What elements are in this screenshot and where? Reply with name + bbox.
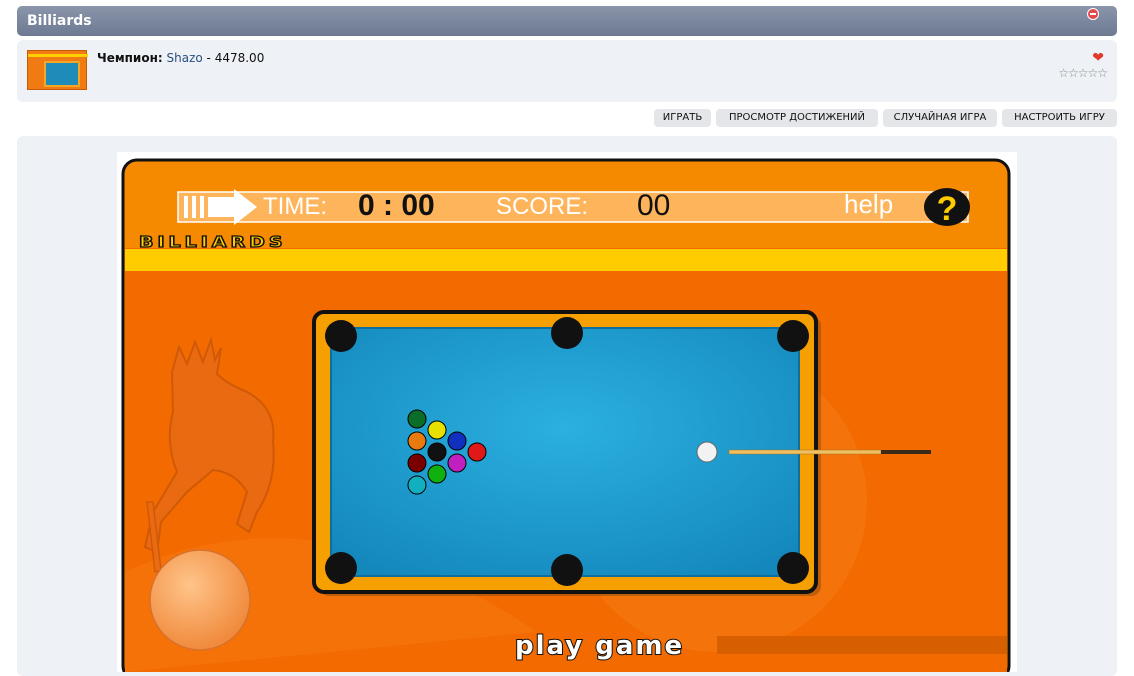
cue-stick-butt	[881, 450, 931, 454]
achievements-button[interactable]: ПРОСМОТР ДОСТИЖЕНИЙ	[716, 109, 878, 127]
cue-ball[interactable]	[696, 441, 718, 463]
time-label: TIME:	[263, 193, 327, 220]
configure-game-button[interactable]: НАСТРОИТЬ ИГРУ	[1002, 109, 1117, 127]
thumbnail-table	[44, 61, 80, 87]
decorative-orb	[149, 549, 251, 651]
random-game-button[interactable]: СЛУЧАЙНАЯ ИГРА	[883, 109, 997, 127]
rating-stars[interactable]: ☆☆☆☆☆	[1058, 66, 1108, 80]
champion-separator: -	[202, 51, 215, 65]
champion-label: Чемпион:	[97, 51, 163, 65]
cue-stick[interactable]	[728, 449, 882, 455]
pocket	[551, 554, 583, 586]
game-thumbnail[interactable]	[27, 50, 88, 90]
logo-stripe	[125, 249, 1007, 271]
arrow-icon	[192, 196, 196, 218]
game-logo: BILLIARDS	[139, 234, 287, 252]
ball	[407, 431, 427, 451]
arrow-icon	[200, 196, 204, 218]
ball	[407, 453, 427, 473]
ball	[427, 464, 447, 484]
pocket	[777, 552, 809, 584]
help-label[interactable]: help	[844, 189, 893, 219]
window-titlebar: Billiards	[17, 6, 1117, 36]
play-game-button[interactable]: play game	[514, 630, 684, 662]
pocket	[325, 552, 357, 584]
thumbnail-stripe	[28, 54, 88, 57]
ball	[447, 453, 467, 473]
game-info-panel: Чемпион: Shazo - 4478.00 ❤ ☆☆☆☆☆	[17, 40, 1117, 102]
favorite-heart-icon[interactable]: ❤	[1092, 51, 1104, 65]
champion-name[interactable]: Shazo	[167, 51, 203, 65]
score-label: SCORE:	[496, 193, 588, 220]
champion-line: Чемпион: Shazo - 4478.00	[97, 51, 264, 65]
pocket	[777, 320, 809, 352]
ball	[407, 475, 427, 495]
score-value: 00	[637, 189, 670, 222]
ball	[407, 409, 427, 429]
arrow-icon	[184, 196, 188, 218]
play-bar	[717, 636, 1007, 654]
game-canvas[interactable]: TIME: 0 : 00 SCORE: 00 help ? BILLIARDS	[117, 152, 1017, 672]
ball	[467, 442, 487, 462]
champion-score: 4478.00	[214, 51, 265, 65]
pocket	[325, 320, 357, 352]
close-icon[interactable]	[1087, 8, 1099, 20]
ball	[427, 442, 447, 462]
help-icon-symbol: ?	[937, 190, 958, 228]
play-button[interactable]: ИГРАТЬ	[654, 109, 711, 127]
window-title: Billiards	[27, 13, 92, 29]
time-value: 0 : 00	[358, 189, 435, 222]
ball	[447, 431, 467, 451]
ball	[427, 420, 447, 440]
pocket	[551, 317, 583, 349]
